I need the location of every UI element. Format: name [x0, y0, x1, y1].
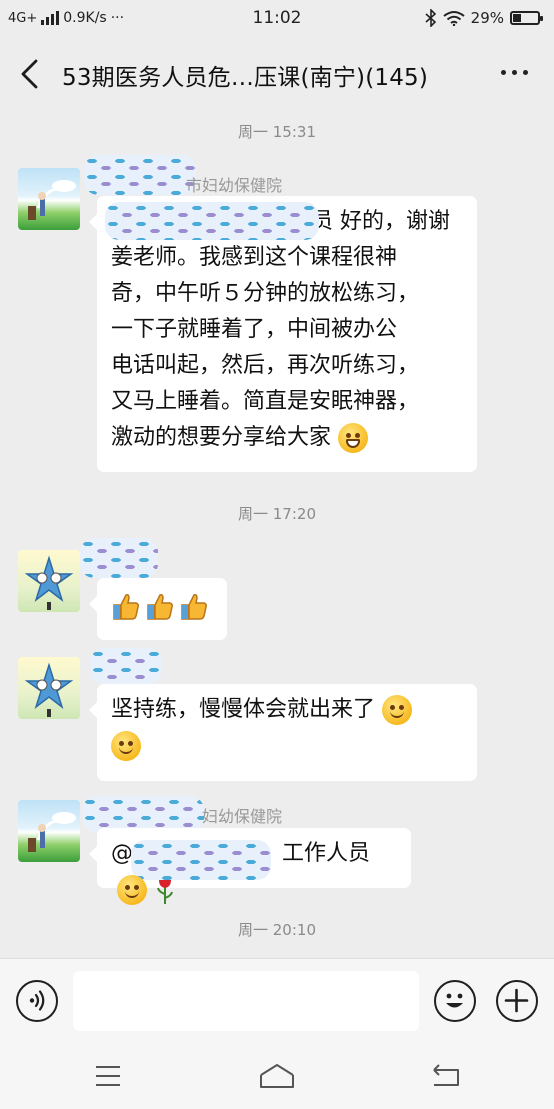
bluetooth-icon [425, 9, 436, 27]
time-separator: 周一 20:10 [238, 921, 316, 939]
avatar-illustration [24, 662, 74, 717]
avatar-illustration [28, 180, 76, 220]
avatar-illustration [28, 812, 76, 852]
voice-icon [29, 990, 45, 1011]
status-right: 29% [425, 9, 543, 27]
system-nav-bar [0, 1046, 554, 1109]
redacted-name [82, 796, 204, 832]
battery-fill [513, 14, 521, 22]
emoji-button[interactable] [434, 980, 476, 1022]
back-button[interactable] [16, 58, 44, 90]
back-icon[interactable] [430, 1064, 462, 1088]
emoji-icon [446, 993, 463, 1008]
status-bar: 4G+ 0.9K/s ··· 11:02 29% [0, 0, 554, 38]
thumbs-up-icon [181, 594, 207, 620]
mention-prefix: @ [111, 841, 133, 866]
avatar[interactable] [18, 657, 80, 719]
thumbs-up-icon [113, 594, 139, 620]
battery-icon [510, 11, 543, 25]
chevron-left-icon [21, 59, 38, 89]
message-bubble[interactable] [89, 578, 227, 640]
more-functions-button[interactable] [496, 980, 538, 1022]
avatar-illustration [24, 555, 74, 610]
message-bubble[interactable]: 坚持练，慢慢体会就出来了 [89, 684, 477, 781]
message-line: 又马上睡着。简直是安眠神器， [111, 389, 420, 414]
time-separator: 周一 17:20 [238, 505, 316, 523]
thumbs-row [111, 591, 213, 621]
redacted-name [80, 538, 158, 578]
message-line: 电话叫起，然后，再次听练习， [111, 353, 420, 378]
time-separator: 周一 15:31 [238, 123, 316, 141]
message-line: 一下子就睡着了，中间被办公 [111, 317, 398, 342]
message-line: 奇，中午听５分钟的放松练习， [111, 281, 420, 306]
message-line-with-emoji [111, 728, 463, 764]
battery-percent: 29% [470, 9, 504, 27]
grin-icon [338, 423, 369, 453]
redacted-name [84, 155, 196, 195]
avatar[interactable] [18, 800, 80, 862]
more-dot [512, 70, 517, 75]
message-line: 坚持练，慢慢体会就出来了 [111, 697, 376, 722]
message-line-with-emoji: 激动的想要分享给大家 [111, 420, 463, 456]
chat-title[interactable]: 53期医务人员危…压课(南宁)(145) [62, 58, 428, 92]
more-dots-icon [501, 70, 506, 75]
sender-name: 妇幼保健院 [202, 807, 283, 826]
avatar[interactable] [18, 550, 80, 612]
more-dot [523, 70, 528, 75]
message-input[interactable] [73, 971, 419, 1031]
home-icon[interactable] [258, 1062, 296, 1090]
message-line: 激动的想要分享给大家 [111, 425, 332, 450]
input-bar [0, 958, 554, 1046]
message-line-with-emoji: 坚持练，慢慢体会就出来了 [111, 692, 463, 728]
plus-icon [504, 988, 529, 1013]
smile-icon [111, 731, 141, 761]
redacted-mention [131, 840, 271, 880]
sender-name: 市妇幼保健院 [186, 176, 283, 195]
voice-button[interactable] [16, 980, 58, 1022]
wifi-icon [443, 11, 465, 26]
message-bubble[interactable]: @ 工作人员 [89, 828, 411, 905]
menu-icon[interactable] [94, 1064, 122, 1088]
avatar[interactable] [18, 168, 80, 230]
redacted-name [90, 648, 162, 684]
message-bubble[interactable]: 员 好的，谢谢 姜老师。我感到这个课程很神 奇，中午听５分钟的放松练习， 一下子… [89, 196, 477, 472]
redacted-mention [105, 202, 319, 240]
smile-icon [382, 695, 413, 725]
more-button[interactable] [501, 70, 528, 75]
thumbs-up-icon [147, 594, 173, 620]
message-line: 姜老师。我感到这个课程很神 [111, 245, 398, 270]
title-bar: 53期医务人员危…压课(南宁)(145) [0, 38, 554, 110]
smile-icon [117, 875, 147, 905]
